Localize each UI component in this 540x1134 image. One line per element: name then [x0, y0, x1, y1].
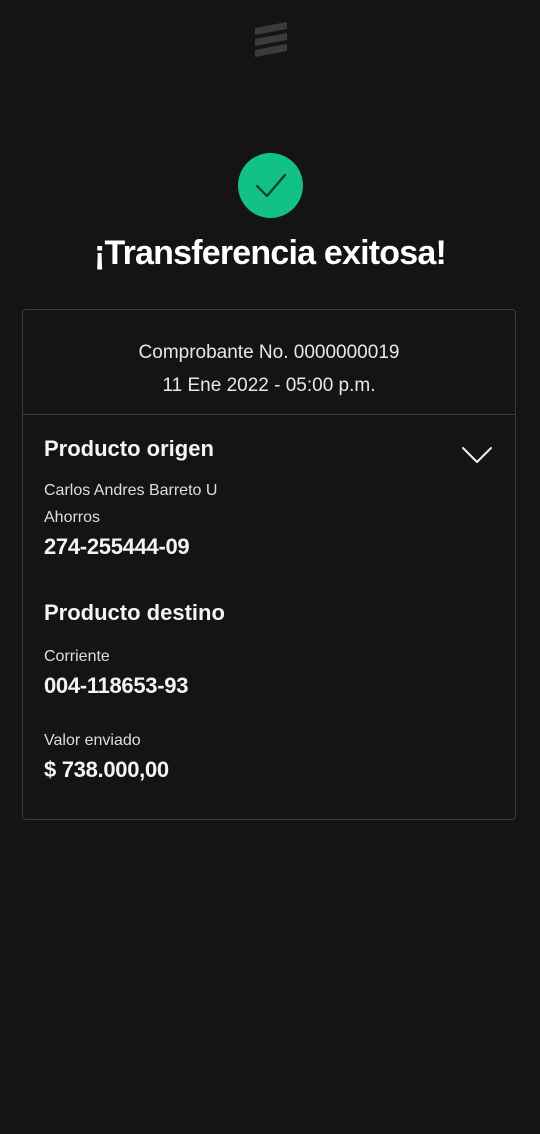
- transfer-success-screen: ¡Transferencia exitosa! Comprobante No. …: [0, 0, 540, 1134]
- destination-account-type: Corriente: [44, 648, 110, 665]
- origin-account-number: 274-255444-09: [44, 534, 190, 559]
- receipt-number: Comprobante No. 0000000019: [138, 342, 400, 363]
- destination-account-number: 004-118653-93: [44, 673, 189, 698]
- destination-heading: Producto destino: [44, 600, 225, 625]
- receipt-card: Comprobante No. 0000000019 11 Ene 2022 -…: [22, 309, 516, 820]
- amount-label: Valor enviado: [44, 732, 141, 749]
- amount-value: $ 738.000,00: [44, 757, 169, 782]
- page-title: ¡Transferencia exitosa!: [94, 234, 447, 272]
- check-icon: [255, 173, 286, 197]
- chevron-down-icon[interactable]: [461, 445, 493, 465]
- bank-logo-icon: [255, 22, 287, 57]
- origin-account-type: Ahorros: [44, 509, 101, 526]
- origin-owner-name: Carlos Andres Barreto U: [44, 482, 218, 499]
- receipt-datetime: 11 Ene 2022 - 05:00 p.m.: [162, 375, 376, 396]
- success-badge: [238, 153, 303, 218]
- origin-heading: Producto origen: [44, 436, 214, 461]
- receipt-header: Comprobante No. 0000000019 11 Ene 2022 -…: [23, 310, 515, 415]
